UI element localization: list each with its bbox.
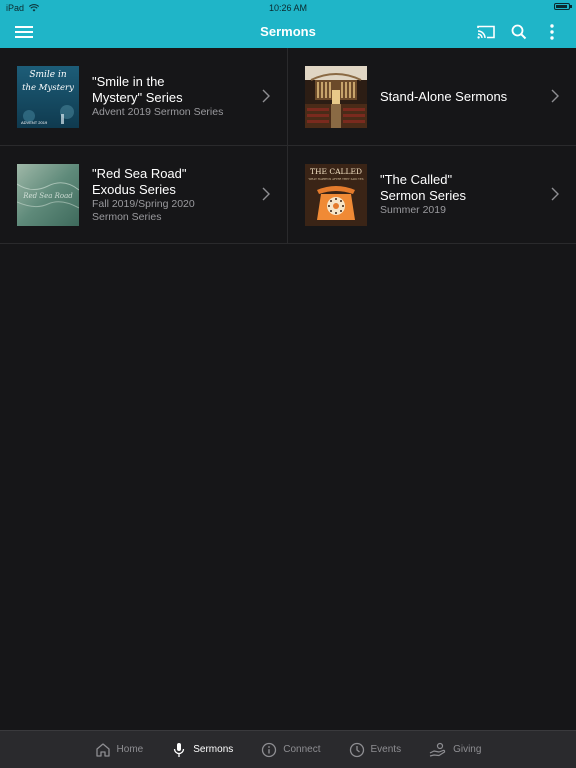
series-subtitle: Advent 2019 Sermon Series — [92, 106, 224, 119]
tab-label: Connect — [283, 744, 321, 755]
chevron-right-icon — [551, 187, 559, 201]
series-subtitle: Fall 2019/Spring 2020 — [92, 198, 195, 210]
grid-row: Smile in the Mystery ADVENT 2019 "Smile … — [0, 48, 576, 146]
series-title: Exodus Series — [92, 182, 176, 197]
tab-events[interactable]: Events — [335, 731, 416, 768]
svg-text:the Mystery: the Mystery — [22, 83, 74, 93]
svg-text:THE CALLED: THE CALLED — [310, 167, 362, 176]
status-bar: iPad 10:26 AM — [0, 0, 576, 16]
tab-giving[interactable]: Giving — [415, 731, 495, 768]
chevron-right-icon — [551, 89, 559, 103]
svg-text:ADVENT 2019: ADVENT 2019 — [21, 120, 48, 125]
app-window: iPad 10:26 AM Sermons Smile in the Myste… — [0, 0, 576, 768]
series-item-the-called[interactable]: THE CALLED WHAT HAPPENS AFTER THEY SAID … — [288, 146, 576, 243]
info-icon — [262, 742, 277, 757]
sermon-series-grid: Smile in the Mystery ADVENT 2019 "Smile … — [0, 48, 576, 244]
cast-icon[interactable] — [475, 22, 497, 42]
series-subtitle: Sermon Series — [92, 210, 162, 223]
series-title: Stand-Alone Sermons — [380, 88, 508, 104]
svg-text:Red Sea Road: Red Sea Road — [22, 192, 73, 200]
chevron-right-icon — [262, 187, 270, 201]
series-title: Mystery" Series — [92, 90, 183, 106]
series-title: "The Called" — [380, 172, 453, 188]
home-icon — [95, 742, 110, 757]
chevron-right-icon — [262, 89, 270, 103]
tab-sermons[interactable]: Sermons — [157, 731, 247, 768]
tab-label: Giving — [453, 744, 482, 755]
tab-label: Events — [370, 744, 402, 755]
series-thumbnail: Red Sea Road — [17, 164, 79, 226]
series-thumbnail — [305, 66, 367, 128]
battery-icon — [554, 3, 572, 10]
grid-row: Red Sea Road "Red Sea Road" Exodus Serie… — [0, 146, 576, 244]
header: Sermons — [0, 16, 576, 48]
tab-bar: Home Sermons Connect Events Giving — [0, 730, 576, 768]
series-item-red-sea-road[interactable]: Red Sea Road "Red Sea Road" Exodus Serie… — [0, 146, 288, 243]
status-time: 10:26 AM — [268, 3, 308, 13]
clock-icon — [349, 742, 364, 757]
tab-label: Sermons — [193, 744, 234, 755]
svg-text:Smile in: Smile in — [29, 70, 67, 80]
series-title: Sermon Series — [380, 188, 466, 204]
series-item-smile-in-the-mystery[interactable]: Smile in the Mystery ADVENT 2019 "Smile … — [0, 48, 288, 145]
giving-hand-icon — [429, 742, 446, 757]
microphone-icon — [174, 742, 185, 757]
svg-text:WHAT HAPPENS AFTER THEY SAID Y: WHAT HAPPENS AFTER THEY SAID YES — [308, 177, 363, 181]
tab-label: Home — [116, 744, 144, 755]
series-title: "Red Sea Road" — [92, 166, 187, 181]
series-subtitle: Summer 2019 — [380, 204, 446, 217]
tab-home[interactable]: Home — [81, 731, 158, 768]
tab-connect[interactable]: Connect — [247, 731, 334, 768]
search-icon[interactable] — [508, 22, 530, 42]
series-thumbnail: Smile in the Mystery ADVENT 2019 — [17, 66, 79, 128]
series-title: "Smile in the — [92, 74, 165, 90]
series-item-stand-alone-sermons[interactable]: Stand-Alone Sermons — [288, 48, 576, 145]
series-thumbnail: THE CALLED WHAT HAPPENS AFTER THEY SAID … — [305, 164, 367, 226]
more-vertical-icon[interactable] — [541, 22, 563, 42]
